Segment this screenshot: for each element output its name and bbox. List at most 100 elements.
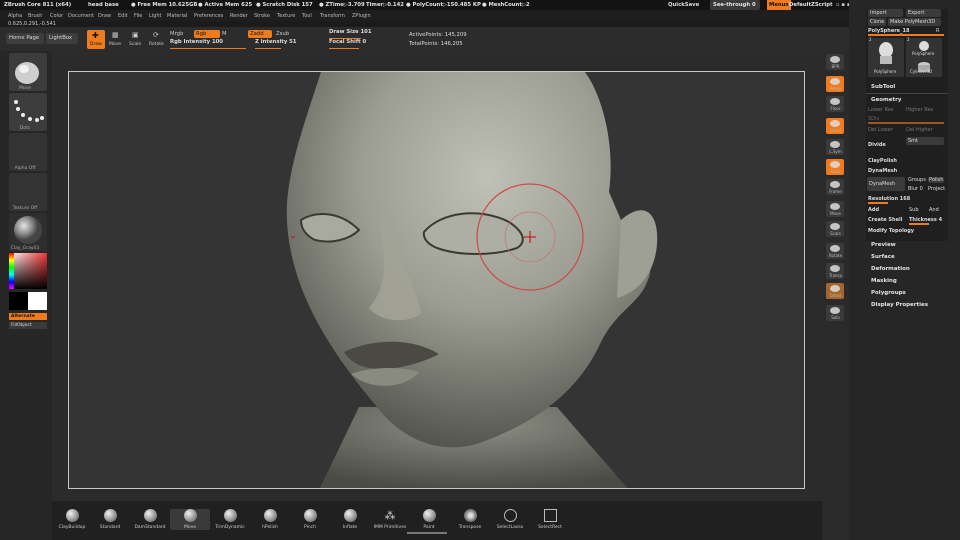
brush-selectrect-button[interactable]: SelectRect	[530, 509, 570, 530]
move-mode-button[interactable]: ▦ Move	[108, 30, 124, 49]
shelf-scroll-handle[interactable]	[407, 532, 447, 534]
brush-pinch-button[interactable]: Pinch	[290, 509, 330, 530]
menu-render[interactable]: Render	[230, 13, 248, 19]
sub-button[interactable]: Sub	[909, 207, 919, 213]
menu-stroke[interactable]: Stroke	[254, 13, 270, 19]
canvas-area[interactable]	[52, 51, 822, 501]
menu-brush[interactable]: Brush	[28, 13, 42, 19]
brush-standard-button[interactable]: Standard	[90, 509, 130, 530]
and-button[interactable]: And	[929, 207, 939, 213]
polish-button[interactable]: Polish	[928, 177, 945, 183]
menu-document[interactable]: Document	[68, 13, 94, 19]
menu-zplugin[interactable]: ZPlugin	[352, 13, 371, 19]
floor-button[interactable]: Floor	[826, 96, 844, 112]
divide-button[interactable]: Divide	[868, 142, 886, 148]
tool-thumb-cylinder[interactable]: Cylinder3D	[906, 58, 942, 77]
claypolish-section[interactable]: ClayPolish	[868, 158, 897, 164]
section-deformation[interactable]: Deformation	[871, 266, 910, 272]
section-polygroups[interactable]: Polygroups	[871, 290, 906, 296]
main-color-swatch[interactable]	[28, 292, 47, 310]
hue-strip[interactable]	[9, 253, 14, 289]
add-button[interactable]: Add	[868, 207, 879, 213]
gxyz-button[interactable]: Gxyz	[826, 159, 844, 175]
del-lower-button[interactable]: Del Lower	[868, 127, 893, 133]
move-button[interactable]: Move	[826, 201, 844, 217]
scale-mode-button[interactable]: ▣ Scale	[128, 30, 144, 49]
fill-object-button[interactable]: FillObject	[9, 322, 47, 329]
focal-shift-slider[interactable]: Focal Shift 0	[329, 39, 389, 49]
brush-trimdynamic-button[interactable]: TrimDynamic	[210, 509, 250, 530]
section-preview[interactable]: Preview	[871, 242, 896, 248]
rgb-intensity-slider[interactable]: Rgb Intensity 100	[170, 39, 246, 49]
menu-preferences[interactable]: Preferences	[194, 13, 223, 19]
blur-slider[interactable]: Blur 0	[908, 186, 923, 192]
lsym-button[interactable]: L.Sym	[826, 139, 844, 155]
section-display-properties[interactable]: Display Properties	[871, 302, 928, 308]
clone-button[interactable]: Clone	[868, 18, 886, 26]
rgb-button[interactable]: Rgb	[194, 30, 220, 38]
import-button[interactable]: Import	[868, 9, 903, 17]
dynamesh-section[interactable]: DynaMesh	[868, 168, 897, 174]
geometry-section[interactable]: Geometry	[871, 97, 901, 103]
ghost-button[interactable]: Ghost	[826, 283, 844, 299]
menu-texture[interactable]: Texture	[277, 13, 295, 19]
color-picker[interactable]	[9, 253, 47, 289]
bpr-button[interactable]: BPR	[826, 54, 844, 70]
see-through-slider[interactable]: See-through 0	[710, 0, 760, 10]
export-button[interactable]: Export	[906, 9, 941, 17]
tool-thumb-polysphere-2[interactable]: 2 PolySphere	[906, 37, 942, 58]
make-polymesh-button[interactable]: Make PolyMesh3D	[888, 18, 941, 26]
z-intensity-slider[interactable]: Z Intensity 51	[255, 39, 303, 49]
rotate-button[interactable]: Rotate	[826, 243, 844, 259]
brush-transpose-button[interactable]: Transpose	[450, 509, 490, 530]
menu-material[interactable]: Material	[167, 13, 187, 19]
brush-claybuildup-button[interactable]: ClayBuildup	[52, 509, 92, 530]
brush-selectlasso-button[interactable]: SelectLasso	[490, 509, 530, 530]
alternate-button[interactable]: Alternate	[9, 313, 47, 320]
lower-res-button[interactable]: Lower Res	[868, 107, 894, 113]
modify-topology-section[interactable]: Modify Topology	[868, 228, 914, 234]
document-viewport[interactable]	[68, 71, 805, 489]
groups-button[interactable]: Groups	[908, 177, 926, 183]
draw-size-slider[interactable]: Draw Size 101	[329, 29, 389, 39]
brush-imm-primitives-button[interactable]: ⁂ IMM Primitives	[370, 509, 410, 530]
project-button[interactable]: Project	[928, 186, 945, 192]
zsub-button[interactable]: Zsub	[276, 31, 289, 37]
menu-draw[interactable]: Draw	[98, 13, 111, 19]
transp-button[interactable]: Transp	[826, 263, 844, 279]
subtool-section[interactable]: SubTool	[871, 84, 895, 90]
brush-hpolish-button[interactable]: hPolish	[250, 509, 290, 530]
head-sculpt[interactable]	[69, 72, 805, 489]
tool-thumb-polysphere[interactable]: 2 PolySphere	[868, 37, 904, 77]
solo-button[interactable]: Solo	[826, 305, 844, 321]
del-higher-button[interactable]: Del Higher	[906, 127, 933, 133]
menu-tool[interactable]: Tool	[302, 13, 312, 19]
menu-color[interactable]: Color	[50, 13, 63, 19]
frame-button[interactable]: Frame	[826, 179, 844, 195]
menu-edit[interactable]: Edit	[118, 13, 128, 19]
menu-file[interactable]: File	[134, 13, 142, 19]
section-surface[interactable]: Surface	[871, 254, 895, 260]
create-shell-button[interactable]: Create Shell	[868, 217, 902, 223]
smt-toggle[interactable]: Smt	[906, 137, 944, 145]
mrgb-button[interactable]: Mrgb	[170, 31, 183, 37]
persp-button[interactable]: Persp	[826, 76, 844, 92]
brush-damstandard-button[interactable]: DamStandard	[130, 509, 170, 530]
quicksave-button[interactable]: QuickSave	[668, 2, 699, 8]
menus-button[interactable]: Menus	[767, 0, 791, 10]
m-button[interactable]: M	[222, 31, 227, 37]
higher-res-button[interactable]: Higher Res	[906, 107, 933, 113]
menu-light[interactable]: Light	[149, 13, 161, 19]
brush-paint-button[interactable]: Paint	[409, 509, 449, 530]
home-page-button[interactable]: Home Page	[6, 33, 44, 44]
local-button[interactable]: Local	[826, 118, 844, 134]
draw-button[interactable]: ✚ Draw	[87, 30, 105, 49]
menu-alpha[interactable]: Alpha	[8, 13, 22, 19]
menu-transform[interactable]: Transform	[320, 13, 345, 19]
dynamesh-button[interactable]: DynaMesh	[867, 177, 905, 191]
section-masking[interactable]: Masking	[871, 278, 897, 284]
brush-move-button[interactable]: Move	[170, 509, 210, 530]
default-zscript[interactable]: DefaultZScript	[789, 2, 833, 8]
secondary-color-swatch[interactable]	[9, 292, 28, 310]
rotate-mode-button[interactable]: ⟳ Rotate	[148, 30, 166, 49]
